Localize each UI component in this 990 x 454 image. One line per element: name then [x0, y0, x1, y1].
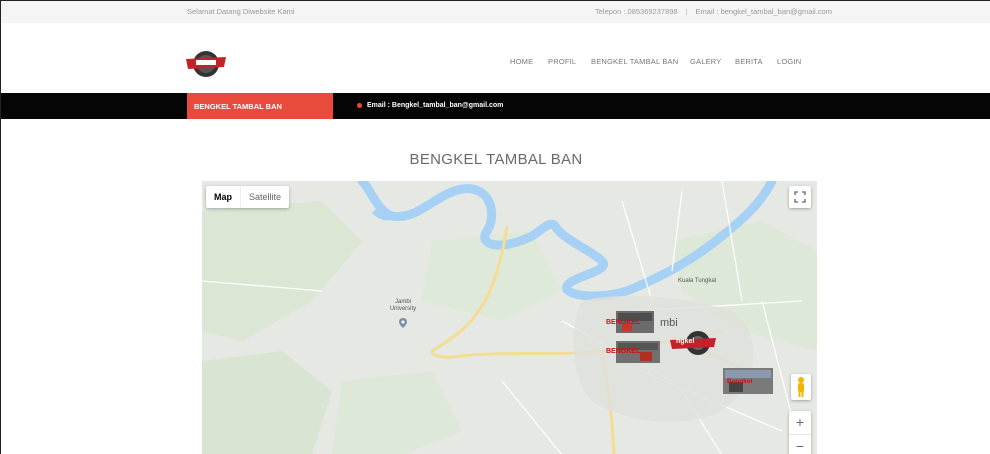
marker-label: Bengkel: [727, 378, 753, 385]
nav-home[interactable]: HOME: [510, 57, 533, 66]
map-type-control: Map Satellite: [206, 186, 290, 208]
fullscreen-icon: [794, 191, 806, 203]
zoom-in-button[interactable]: +: [789, 411, 811, 433]
map-type-satellite-button[interactable]: Satellite: [240, 186, 289, 208]
site-header: HOME PROFIL BENGKEL TAMBAL BAN GALERY BE…: [1, 23, 990, 93]
pegman-icon: [798, 377, 804, 397]
contact-info: Telepon : 085369237898 | Email : bengkel_t…: [595, 7, 832, 16]
fullscreen-button[interactable]: [789, 186, 811, 208]
google-map[interactable]: Map Satellite Kuala Tungkal Jambi Univer…: [202, 181, 817, 454]
workshop-marker[interactable]: BENGKEL: [606, 341, 668, 363]
university-pin-icon[interactable]: [399, 318, 407, 328]
top-bar: Selamat Datang Diwebsite Kami Telepon : …: [1, 1, 990, 23]
workshop-marker[interactable]: Bengkel: [723, 368, 773, 394]
page-frame: Selamat Datang Diwebsite Kami Telepon : …: [0, 0, 990, 454]
workshop-marker[interactable]: BENGKEL: [606, 311, 664, 333]
main-nav: HOME PROFIL BENGKEL TAMBAL BAN GALERY BE…: [1, 57, 990, 69]
nav-bengkel-tambal-ban[interactable]: BENGKEL TAMBAL BAN: [591, 57, 678, 66]
nav-login[interactable]: LOGIN: [777, 57, 801, 66]
phone-text: Telepon : 085369237898: [595, 7, 678, 16]
bullet-dot-icon: [357, 103, 362, 108]
street-view-button[interactable]: [791, 374, 811, 400]
marker-label: BENGKEL: [606, 319, 641, 326]
map-label-jambi-university: Jambi University: [389, 299, 417, 312]
map-label-kuala-tungkal: Kuala Tungkal: [678, 278, 717, 284]
nav-berita[interactable]: BERITA: [735, 57, 763, 66]
info-bar: BENGKEL TAMBAL BAN Email : Bengkel_tamba…: [1, 93, 990, 119]
map-background: [202, 181, 817, 454]
workshop-marker[interactable]: ngkel: [668, 330, 718, 356]
zoom-control: + −: [789, 411, 811, 454]
marker-label: BENGKEL: [606, 348, 641, 355]
info-tag: BENGKEL TAMBAL BAN: [187, 93, 333, 119]
info-tag-label: BENGKEL TAMBAL BAN: [194, 102, 282, 111]
nav-profil[interactable]: PROFIL: [548, 57, 576, 66]
map-type-map-button[interactable]: Map: [206, 186, 240, 208]
zoom-out-button[interactable]: −: [789, 434, 811, 454]
nav-galery[interactable]: GALERY: [690, 57, 722, 66]
page-title: BENGKEL TAMBAL BAN: [409, 151, 583, 168]
info-email[interactable]: Email : Bengkel_tambal_ban@gmail.com: [367, 102, 503, 109]
email-link[interactable]: Email : bengkel_tambal_ban@gmail.com: [696, 7, 832, 16]
welcome-text: Selamat Datang Diwebsite Kami: [187, 7, 295, 16]
marker-label: ngkel: [676, 338, 695, 345]
